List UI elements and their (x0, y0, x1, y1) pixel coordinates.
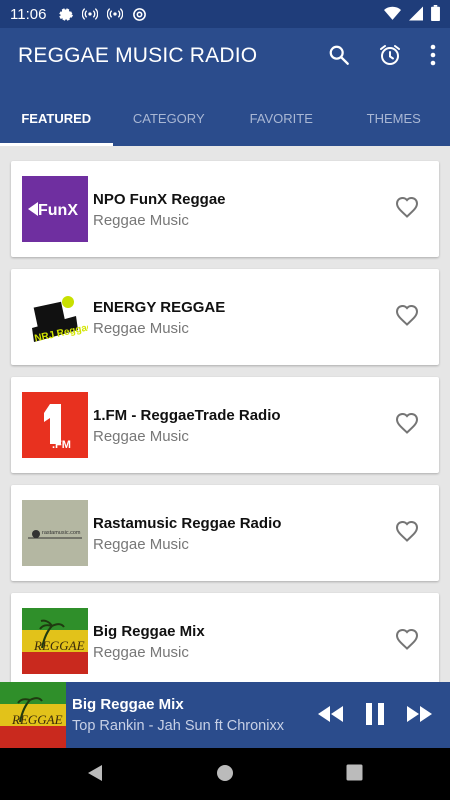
player-thumbnail: REGGAE (0, 682, 66, 748)
station-card[interactable]: FunX NPO FunX Reggae Reggae Music (11, 161, 439, 257)
station-logo: NRJ Reggae (22, 284, 88, 350)
fast-forward-icon[interactable] (406, 704, 434, 724)
station-card[interactable]: .FM 1.FM - ReggaeTrade Radio Reggae Musi… (11, 377, 439, 473)
station-name: Rastamusic Reggae Radio (93, 515, 282, 532)
app-title: REGGAE MUSIC RADIO (18, 44, 258, 67)
player-subtitle: Top Rankin - Jah Sun ft Chronixx (72, 718, 284, 734)
signal-icon (409, 6, 423, 20)
recents-icon[interactable] (346, 764, 363, 781)
back-icon[interactable] (86, 764, 104, 782)
logo-text: FunX (38, 202, 78, 219)
tab-featured[interactable]: FEATURED (0, 88, 113, 146)
at-sign-icon (133, 7, 147, 21)
logo-text: rastamusic.com (42, 530, 81, 536)
station-logo: rastamusic.com (22, 500, 88, 566)
station-card[interactable]: NRJ Reggae ENERGY REGGAE Reggae Music (11, 269, 439, 365)
heart-icon[interactable] (395, 196, 419, 218)
station-logo: REGGAE (22, 608, 88, 674)
station-name: Big Reggae Mix (93, 623, 205, 640)
station-name: NPO FunX Reggae (93, 191, 226, 208)
pause-icon[interactable] (364, 702, 386, 726)
settings-icon (59, 7, 74, 21)
station-card[interactable]: rastamusic.com Rastamusic Reggae Radio R… (11, 485, 439, 581)
station-genre: Reggae Music (93, 320, 189, 337)
search-icon[interactable] (328, 44, 350, 66)
app-bar: REGGAE MUSIC RADIO (0, 28, 450, 88)
station-genre: Reggae Music (93, 536, 189, 553)
station-logo: .FM (22, 392, 88, 458)
broadcast-icon (82, 8, 99, 20)
station-card[interactable]: REGGAE Big Reggae Mix Reggae Music (11, 593, 439, 682)
station-list: FunX NPO FunX Reggae Reggae Music NRJ Re… (0, 146, 450, 682)
station-genre: Reggae Music (93, 428, 189, 445)
rewind-icon[interactable] (316, 704, 344, 724)
wifi-icon (384, 6, 401, 20)
station-genre: Reggae Music (93, 212, 189, 229)
tab-themes[interactable]: THEMES (338, 88, 450, 146)
system-nav-bar (0, 748, 450, 800)
heart-icon[interactable] (395, 412, 419, 434)
mini-player[interactable]: REGGAE Big Reggae Mix Top Rankin - Jah S… (0, 682, 450, 748)
home-icon[interactable] (216, 764, 234, 782)
tab-category[interactable]: CATEGORY (113, 88, 226, 146)
logo-text: .FM (52, 439, 71, 451)
more-vert-icon[interactable] (430, 44, 436, 66)
heart-icon[interactable] (395, 628, 419, 650)
heart-icon[interactable] (395, 520, 419, 542)
status-bar: 11:06 (0, 0, 450, 28)
station-logo: FunX (22, 176, 88, 242)
alarm-icon[interactable] (378, 43, 402, 67)
logo-text: REGGAE (33, 638, 85, 653)
status-time: 11:06 (10, 5, 47, 23)
station-genre: Reggae Music (93, 644, 189, 661)
station-name: ENERGY REGGAE (93, 299, 226, 316)
battery-icon (431, 5, 440, 21)
station-name: 1.FM - ReggaeTrade Radio (93, 407, 281, 424)
heart-icon[interactable] (395, 304, 419, 326)
tab-bar: FEATURED CATEGORY FAVORITE THEMES (0, 88, 450, 146)
broadcast-icon-2 (107, 8, 124, 20)
tab-favorite[interactable]: FAVORITE (225, 88, 338, 146)
thumb-text: REGGAE (11, 712, 63, 727)
player-title: Big Reggae Mix (72, 696, 184, 713)
